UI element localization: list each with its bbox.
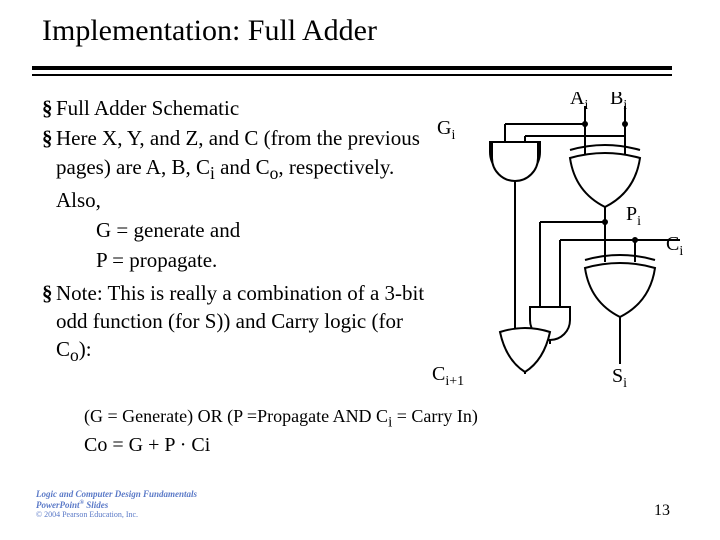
rule-thick xyxy=(32,66,672,70)
and-gate-icon xyxy=(490,142,540,181)
bullet-mark: § xyxy=(42,279,56,369)
label-gi: Gi xyxy=(437,117,455,143)
label-pi: Pi xyxy=(626,203,641,229)
bullet-list: § Full Adder Schematic § Here X, Y, and … xyxy=(42,94,442,370)
bullet-1: § Full Adder Schematic xyxy=(42,94,442,122)
page-title: Implementation: Full Adder xyxy=(0,0,720,58)
g-line: G = generate and xyxy=(56,216,442,244)
xor-gate-2-icon xyxy=(585,255,655,317)
bottom-note: (G = Generate) OR (P =Propagate AND Ci =… xyxy=(84,406,478,432)
or-gate-icon xyxy=(500,328,550,372)
bottom-equation: Co = G + P · Ci xyxy=(84,434,210,457)
bullet-3: § Note: This is really a combination of … xyxy=(42,279,442,369)
bullet-3-text: Note: This is really a combination of a … xyxy=(56,279,442,369)
label-ci: Ci xyxy=(666,233,683,259)
bullet-mark: § xyxy=(42,124,56,276)
logo-line1a: Logic and Computer Design Fundamentals xyxy=(36,490,197,500)
label-si: Si xyxy=(612,365,627,391)
p-line: P = propagate. xyxy=(56,246,442,274)
bullet-mark: § xyxy=(42,94,56,122)
logo-line2: © 2004 Pearson Education, Inc. xyxy=(36,511,197,520)
slide-number: 13 xyxy=(654,502,670,520)
label-ai: Ai xyxy=(570,92,588,113)
xor-gate-1-icon xyxy=(570,145,640,207)
bullet-1-text: Full Adder Schematic xyxy=(56,94,239,122)
bullet-2-text: Here X, Y, and Z, and C (from the previo… xyxy=(56,124,442,276)
label-bi: Bi xyxy=(610,92,627,113)
logo-block: Logic and Computer Design Fundamentals P… xyxy=(36,490,197,520)
rule-thin xyxy=(32,74,672,76)
bullet-2: § Here X, Y, and Z, and C (from the prev… xyxy=(42,124,442,276)
label-ci1: Ci+1 xyxy=(432,363,464,389)
full-adder-schematic: Gi Ai Bi Pi Ci Ci+1 Si xyxy=(430,92,700,392)
